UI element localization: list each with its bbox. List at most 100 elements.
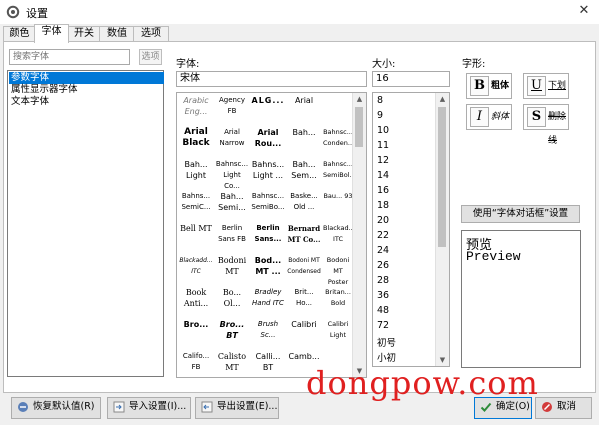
- restore-defaults-button[interactable]: 恢复默认值(R): [11, 397, 101, 419]
- font-size-field[interactable]: 16: [372, 71, 450, 87]
- font-grid-scroll-thumb[interactable]: [355, 107, 363, 147]
- font-sample-tile[interactable]: Bahnsc... SemiBol...: [323, 159, 353, 189]
- size-option[interactable]: 12: [377, 155, 389, 166]
- font-grid-scrollbar[interactable]: ▲ ▼: [352, 93, 366, 377]
- font-sample-tile[interactable]: Bah... Light: [179, 159, 213, 189]
- font-sample-grid[interactable]: Arabic Eng... Agency FB ALG... Arial Arial B…: [176, 92, 367, 378]
- list-item-text-font[interactable]: 文本字体: [9, 96, 164, 108]
- tab-colors[interactable]: 颜色: [3, 26, 36, 42]
- italic-button[interactable]: I 斜体: [466, 104, 512, 130]
- size-option[interactable]: 18: [377, 200, 389, 211]
- bold-label: 粗体: [491, 81, 510, 91]
- font-sample-tile[interactable]: Bahns... SemiC...: [179, 191, 213, 221]
- close-button[interactable]: ✕: [569, 0, 599, 24]
- font-sample-tile[interactable]: Blackadd... ITC: [179, 255, 213, 285]
- size-option[interactable]: 36: [377, 290, 389, 301]
- size-option[interactable]: 48: [377, 305, 389, 316]
- scroll-up-icon[interactable]: ▲: [436, 93, 449, 105]
- tab-values[interactable]: 数值: [99, 26, 135, 42]
- font-sample-tile[interactable]: Bradley Hand ITC: [251, 287, 285, 317]
- font-sample-tile[interactable]: Britan... Bold: [323, 287, 353, 317]
- font-sample-tile[interactable]: Bernard MT Co...: [287, 223, 321, 253]
- font-sample-tile[interactable]: Calisto MT: [215, 351, 249, 377]
- font-label: 字体:: [176, 59, 200, 70]
- size-option[interactable]: 72: [377, 320, 389, 331]
- size-option[interactable]: 9: [377, 110, 383, 121]
- font-sample-tile[interactable]: Arial Narrow: [215, 127, 249, 157]
- font-sample-tile[interactable]: Berlin Sans...: [251, 223, 285, 253]
- font-sample-tile[interactable]: Bro... BT: [215, 319, 249, 349]
- size-option[interactable]: 8: [377, 95, 383, 106]
- font-sample-tile[interactable]: Bodoni MT Condensed: [287, 255, 321, 285]
- tab-options[interactable]: 选项: [133, 26, 169, 42]
- style-label: 字形:: [462, 59, 486, 70]
- size-option[interactable]: 10: [377, 125, 389, 136]
- font-sample-tile[interactable]: ALG...: [251, 95, 285, 125]
- size-option[interactable]: 14: [377, 170, 389, 181]
- font-sample-tile[interactable]: Bodoni MT Poster C...: [323, 255, 353, 285]
- size-option[interactable]: 22: [377, 230, 389, 241]
- font-sample-tile[interactable]: Bah... Sem...: [287, 159, 321, 189]
- size-option[interactable]: 20: [377, 215, 389, 226]
- list-item-param-font[interactable]: 参数字体: [9, 72, 164, 84]
- size-option[interactable]: 小初: [377, 350, 396, 364]
- size-option[interactable]: 初号: [377, 335, 396, 349]
- font-sample-tile[interactable]: Book Anti...: [179, 287, 213, 317]
- strikethrough-icon: S: [527, 107, 546, 127]
- cancel-icon: [542, 402, 552, 412]
- preview-line-2: Preview: [466, 249, 521, 264]
- export-settings-button[interactable]: 导出设置(E)...: [195, 397, 279, 419]
- cancel-label: 取消: [557, 401, 577, 412]
- font-sample-tile[interactable]: Blackad... ITC: [323, 223, 353, 253]
- import-settings-button[interactable]: 导入设置(I)...: [107, 397, 191, 419]
- font-sample-tile[interactable]: Bro...: [179, 319, 213, 349]
- font-sample-tile[interactable]: Arabic Eng...: [179, 95, 213, 125]
- font-sample-tile[interactable]: Bo... Ol...: [215, 287, 249, 317]
- font-sample-tile[interactable]: Bahns... Light ...: [251, 159, 285, 189]
- font-sample-tile[interactable]: Bau... 93: [323, 191, 353, 221]
- font-sample-tile[interactable]: Calli... BT: [251, 351, 285, 377]
- font-sample-tile[interactable]: Bahnsc... Light Co...: [215, 159, 249, 189]
- search-font-input[interactable]: [9, 49, 130, 65]
- font-sample-tile[interactable]: Bod... MT ...: [251, 255, 285, 285]
- font-sample-tile[interactable]: Berlin Sans FB: [215, 223, 249, 253]
- size-option[interactable]: 11: [377, 140, 389, 151]
- import-settings-label: 导入设置(I)...: [129, 401, 187, 412]
- font-sample-tile[interactable]: Bah... Semi...: [215, 191, 249, 221]
- font-sample-tile[interactable]: Baske... Old ...: [287, 191, 321, 221]
- font-sample-tile[interactable]: Arial Black: [179, 127, 213, 157]
- font-sample-tile[interactable]: Agency FB: [215, 95, 249, 125]
- font-sample-tile[interactable]: Califo... FB: [179, 351, 213, 377]
- font-sample-tile[interactable]: Arial: [287, 95, 321, 125]
- bold-button[interactable]: B 粗体: [466, 73, 512, 99]
- size-option[interactable]: 26: [377, 260, 389, 271]
- font-sample-tile[interactable]: Bodoni MT: [215, 255, 249, 285]
- font-sample-tile[interactable]: Arial Rou...: [251, 127, 285, 157]
- font-sample-tile[interactable]: Calibri: [287, 319, 321, 349]
- font-dialog-button[interactable]: 使用“字体对话框”设置: [461, 205, 580, 223]
- size-option[interactable]: 24: [377, 245, 389, 256]
- font-size-list[interactable]: 8 9 10 11 12 14 16 18 20 22 24 26 28 36 48 72 初号 小初 ▲ ▼: [372, 92, 450, 367]
- font-sample-tile[interactable]: Bahnsc... Conden...: [323, 127, 353, 157]
- font-sample-tile[interactable]: Bahnsc... SemiBo...: [251, 191, 285, 221]
- size-option[interactable]: 16: [377, 185, 389, 196]
- search-options-button[interactable]: 选项: [139, 49, 162, 65]
- font-sample-tile[interactable]: Bell MT: [179, 223, 213, 253]
- tab-switches[interactable]: 开关: [67, 26, 101, 42]
- font-target-list: 参数字体 属性显示器字体 文本字体: [7, 70, 164, 377]
- underline-button[interactable]: U 下划线: [523, 73, 569, 115]
- strikethrough-button[interactable]: S 删除线: [523, 104, 569, 146]
- size-option[interactable]: 28: [377, 275, 389, 286]
- font-sample-tile[interactable]: Bah...: [287, 127, 321, 157]
- font-sample-tile[interactable]: Calibri Light: [323, 319, 353, 349]
- size-list-scrollbar[interactable]: ▲ ▼: [435, 93, 449, 366]
- list-item-property-font[interactable]: 属性显示器字体: [9, 84, 164, 96]
- tab-fonts[interactable]: 字体: [34, 24, 69, 43]
- font-sample-tile[interactable]: Brit... Ho...: [287, 287, 321, 317]
- font-sample-tile[interactable]: Brush Sc...: [251, 319, 285, 349]
- import-icon: [113, 401, 125, 413]
- size-list-scroll-thumb[interactable]: [438, 107, 446, 247]
- cancel-button[interactable]: 取消: [535, 397, 592, 419]
- font-name-field[interactable]: 宋体: [176, 71, 367, 87]
- scroll-up-icon[interactable]: ▲: [353, 93, 366, 105]
